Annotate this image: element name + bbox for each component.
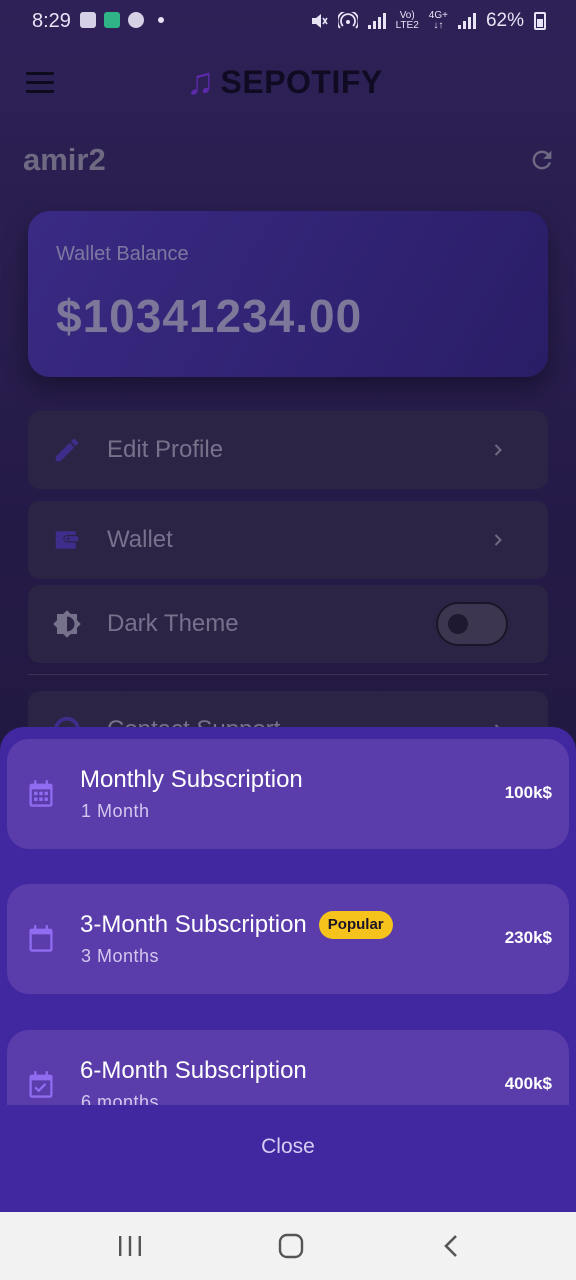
back-icon[interactable] xyxy=(437,1232,467,1260)
recent-apps-icon[interactable] xyxy=(115,1232,145,1260)
lte-label: LTE2 xyxy=(395,20,419,31)
plan-price: 400k$ xyxy=(504,1074,552,1093)
signal-bars-2-icon xyxy=(457,13,476,29)
pencil-icon xyxy=(55,438,79,462)
plan-price: 230k$ xyxy=(504,928,552,947)
calendar-grid-icon xyxy=(29,780,53,807)
calendar-check-icon xyxy=(29,1071,53,1098)
chevron-right-icon xyxy=(494,534,502,546)
plan-duration: 3 Months xyxy=(81,946,160,966)
app-brand: ♫ SEPOTIFY xyxy=(186,62,383,102)
plan-monthly[interactable]: Monthly Subscription 1 Month 100k$ xyxy=(7,739,569,849)
battery-icon xyxy=(534,12,546,30)
gallery-icon xyxy=(80,12,96,28)
refresh-icon[interactable] xyxy=(528,146,556,174)
system-navigation-bar xyxy=(0,1212,576,1280)
wallet-balance-card: Wallet Balance $10341234.00 xyxy=(28,211,548,377)
mute-icon xyxy=(311,14,328,28)
app-bar: ♫ SEPOTIFY xyxy=(0,56,576,108)
plan-6-month[interactable]: 6-Month Subscription 6 months 400k$ xyxy=(7,1030,569,1105)
plan-duration: 6 months xyxy=(81,1092,160,1105)
hamburger-menu-icon[interactable] xyxy=(26,72,54,94)
username: amir2 xyxy=(23,142,106,177)
music-note-icon: ♫ xyxy=(186,61,215,103)
sheet-footer: Close xyxy=(0,1105,576,1212)
home-icon[interactable] xyxy=(276,1232,306,1260)
plan-title: 6-Month Subscription xyxy=(80,1057,307,1084)
subscription-sheet: Monthly Subscription 1 Month 100k$ 3-Mon… xyxy=(0,727,576,1212)
close-button[interactable]: Close xyxy=(238,1135,338,1165)
plan-title: Monthly Subscription xyxy=(80,766,303,793)
snapchat-icon xyxy=(128,12,144,28)
wallet-balance-label: Wallet Balance xyxy=(56,243,189,265)
edit-profile-label: Edit Profile xyxy=(107,436,224,463)
subscription-plan-list[interactable]: Monthly Subscription 1 Month 100k$ 3-Mon… xyxy=(0,727,576,1105)
edit-profile-item[interactable]: Edit Profile xyxy=(28,411,548,489)
signal-bars-icon xyxy=(367,13,386,29)
plan-title: 3-Month Subscription xyxy=(80,911,307,938)
battery-percent: 62% xyxy=(485,10,524,31)
wallet-item[interactable]: Wallet xyxy=(28,501,548,579)
divider xyxy=(28,674,548,675)
brightness-icon xyxy=(53,610,81,638)
chevron-right-icon xyxy=(494,444,502,456)
hotspot-icon xyxy=(337,12,358,29)
wallet-label: Wallet xyxy=(107,526,173,553)
status-bar: 8:29 Vo) LTE2 4G+ ↓↑ 62% xyxy=(0,0,576,42)
app-title: SEPOTIFY xyxy=(220,63,383,100)
toggle-knob xyxy=(448,614,468,634)
dark-theme-item: Dark Theme xyxy=(28,585,548,663)
status-time: 8:29 xyxy=(32,10,71,32)
dark-theme-toggle[interactable] xyxy=(436,602,508,646)
more-notifications-icon xyxy=(158,17,164,23)
plan-3-month[interactable]: 3-Month Subscription Popular 3 Months 23… xyxy=(7,884,569,994)
plan-duration: 1 Month xyxy=(81,801,150,821)
wallet-icon xyxy=(55,531,79,549)
data-arrows-icon: ↓↑ xyxy=(433,20,444,31)
dark-theme-label: Dark Theme xyxy=(107,610,239,637)
plan-price: 100k$ xyxy=(504,783,552,802)
calendar-icon xyxy=(29,925,53,952)
wallet-balance-amount: $10341234.00 xyxy=(56,290,363,342)
app-notification-icon xyxy=(104,12,120,28)
popular-badge: Popular xyxy=(318,911,393,939)
